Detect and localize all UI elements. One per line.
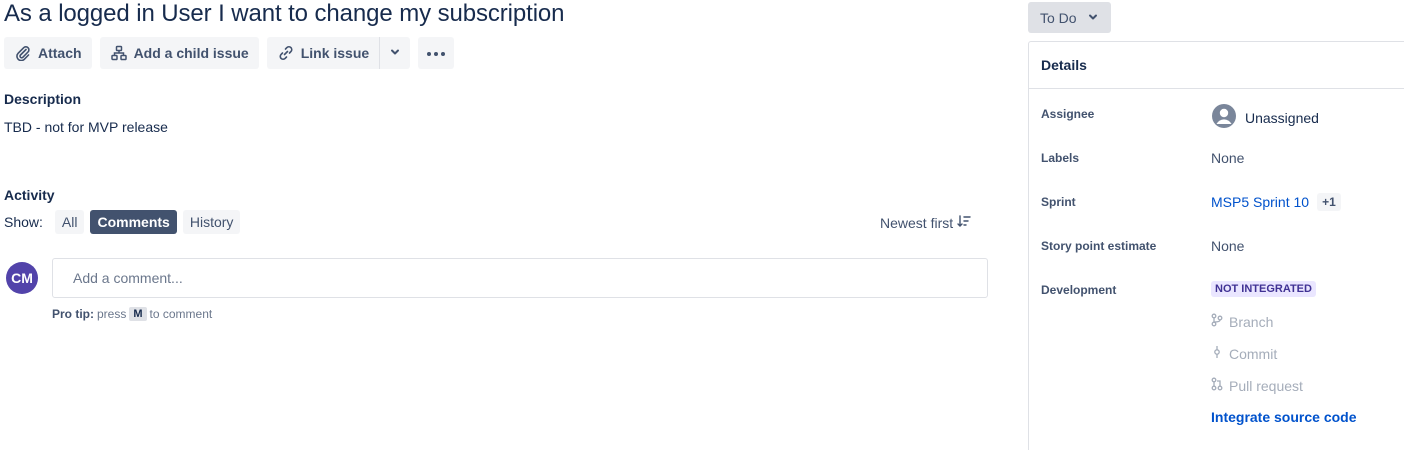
more-icon [426,44,446,62]
labels-label: Labels [1041,151,1080,165]
protip-press: press [97,307,127,321]
protip: Pro tip: press M to comment [52,307,212,321]
pull-request-label: Pull request [1229,377,1303,394]
link-icon [277,44,295,62]
sprint-field: MSP5 Sprint 10 +1 [1211,193,1341,211]
not-integrated-lozenge: NOT INTEGRATED [1211,281,1316,297]
story-point-value[interactable]: None [1211,238,1244,254]
comment-input[interactable]: Add a comment... [52,258,988,298]
commit-icon [1211,345,1223,362]
sort-label: Newest first [880,214,954,231]
pull-request-item: Pull request [1211,377,1303,394]
sprint-extra-badge[interactable]: +1 [1317,193,1341,211]
issue-title[interactable]: As a logged in User I want to change my … [4,0,565,28]
branch-item: Branch [1211,313,1273,330]
commit-item: Commit [1211,345,1277,362]
child-issue-icon [110,44,128,62]
link-issue-dropdown[interactable] [379,37,411,69]
labels-value[interactable]: None [1211,150,1244,166]
filter-all[interactable]: All [54,210,85,234]
link-issue-group: Link issue [266,37,411,69]
branch-label: Branch [1229,313,1274,330]
user-avatar-icon [1211,103,1237,132]
assignee-field[interactable]: Unassigned [1211,103,1319,132]
sprint-label: Sprint [1041,195,1076,209]
link-issue-label: Link issue [300,45,370,61]
more-actions-button[interactable] [418,37,455,69]
show-label: Show: [4,214,43,230]
protip-label: Pro tip: [52,307,94,321]
status-label: To Do [1040,9,1077,26]
status-button[interactable]: To Do [1028,2,1111,33]
chevron-down-icon [1087,10,1099,26]
sprint-link[interactable]: MSP5 Sprint 10 [1211,194,1309,210]
story-point-label: Story point estimate [1041,239,1157,253]
sort-order-button[interactable]: Newest first [880,214,971,231]
filter-comments[interactable]: Comments [90,210,177,234]
assignee-value: Unassigned [1245,109,1319,126]
add-child-issue-label: Add a child issue [133,45,249,61]
commit-label: Commit [1229,345,1278,362]
attach-label: Attach [38,45,82,61]
details-header[interactable]: Details [1029,42,1404,89]
pull-request-icon [1211,377,1223,394]
branch-icon [1211,313,1223,330]
integrate-source-code-link[interactable]: Integrate source code [1211,409,1357,425]
assignee-label: Assignee [1041,107,1095,121]
attach-button[interactable]: Attach [4,37,92,69]
description-heading: Description [4,91,82,107]
link-issue-button[interactable]: Link issue [266,37,380,69]
activity-heading: Activity [4,187,55,203]
activity-filter-row: Show: All Comments History [4,210,241,234]
development-label: Development [1041,283,1117,297]
paperclip-icon [14,44,32,62]
description-text[interactable]: TBD - not for MVP release [4,119,168,135]
filter-history[interactable]: History [182,210,241,234]
sort-icon [957,214,971,231]
chevron-down-icon [389,45,401,61]
protip-key: M [129,307,147,321]
development-status: NOT INTEGRATED [1211,281,1316,297]
issue-toolbar: Attach Add a child issue Link issue [4,37,455,69]
avatar: CM [6,262,38,294]
add-child-issue-button[interactable]: Add a child issue [99,37,259,69]
protip-suffix: to comment [149,307,213,321]
details-panel: Details Assignee Unassigned Labels None … [1028,41,1404,450]
